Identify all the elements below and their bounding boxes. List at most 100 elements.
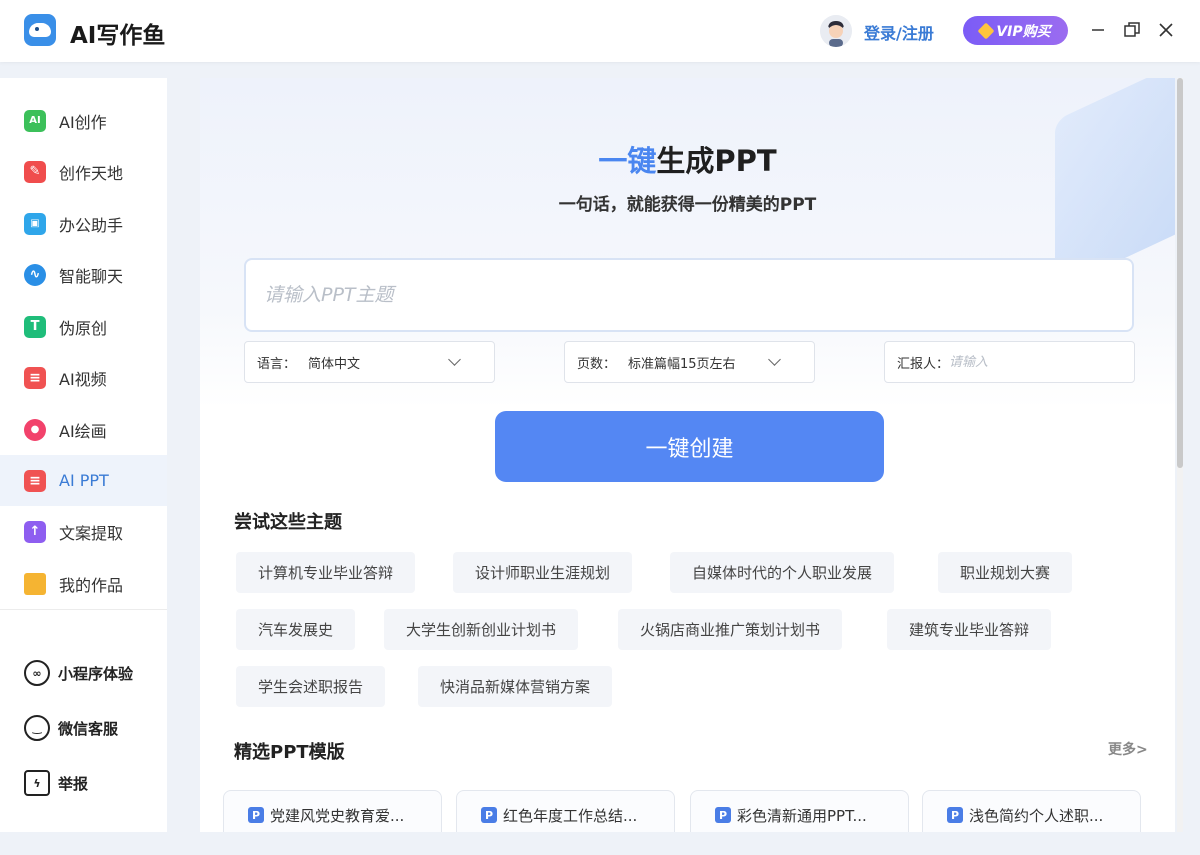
restore-icon — [1124, 22, 1140, 37]
topics-section-title: 尝试这些主题 — [234, 512, 342, 533]
topic-chip[interactable]: 自媒体时代的个人职业发展 — [670, 552, 895, 593]
topic-chip[interactable]: 职业规划大赛 — [938, 552, 1073, 593]
sidebar-divider — [0, 609, 167, 610]
mini-program-label: 小程序体验 — [58, 664, 134, 683]
sidebar-item-label: AI创作 — [59, 112, 107, 132]
mini-program-link[interactable]: ∞ 小程序体验 — [24, 660, 133, 686]
template-card[interactable]: P 党建风党史教育爱... — [223, 790, 442, 832]
main-panel: 一键生成PPT 一句话，就能获得一份精美的PPT 语言： 简体中文 页数： 标准… — [200, 78, 1175, 832]
wechat-service-link[interactable]: ‿ 微信客服 — [24, 715, 118, 741]
pencil-icon: ✎ — [24, 160, 46, 183]
sidebar-item-ai-ppt[interactable]: ≡ AI PPT — [0, 455, 167, 506]
page-subtitle: 一句话，就能获得一份精美的PPT — [558, 195, 817, 215]
sidebar-item-copy-extract[interactable]: ↑ 文案提取 — [0, 506, 167, 557]
scrollbar[interactable] — [1177, 78, 1183, 832]
topic-chip[interactable]: 汽车发展史 — [236, 609, 356, 650]
report-label: 举报 — [58, 774, 89, 793]
sidebar-item-ai-painting[interactable]: ● AI绘画 — [0, 404, 167, 455]
sidebar-item-my-works[interactable]: 我的作品 — [0, 558, 167, 609]
login-register-link[interactable]: 登录/注册 — [864, 20, 934, 44]
report-icon: ϟ — [24, 770, 50, 796]
pages-label: 页数： — [577, 356, 617, 372]
template-title: 彩色清新通用PPT... — [737, 806, 867, 825]
video-icon: ≡ — [24, 366, 46, 389]
extract-icon: ↑ — [24, 520, 46, 543]
sidebar-item-label: 我的作品 — [59, 575, 124, 595]
template-title: 浅色简约个人述职... — [969, 806, 1104, 825]
palette-icon: ● — [24, 418, 46, 441]
sidebar-item-office-assistant[interactable]: ▣ 办公助手 — [0, 198, 167, 249]
sidebar-item-ai-create[interactable]: AI AI创作 — [0, 95, 167, 146]
topic-chip[interactable]: 计算机专业毕业答辩 — [236, 552, 416, 593]
wechat-service-icon: ‿ — [24, 715, 50, 741]
language-select[interactable]: 语言： 简体中文 — [244, 341, 495, 383]
sidebar-item-label: AI视频 — [59, 369, 107, 389]
ppt-badge-icon: P — [715, 807, 731, 823]
reporter-label: 汇报人： — [897, 356, 950, 372]
vip-label: VIP购买 — [996, 23, 1051, 40]
sidebar-item-ai-video[interactable]: ≡ AI视频 — [0, 352, 167, 403]
ppt-topic-input[interactable] — [244, 258, 1134, 332]
topic-chip[interactable]: 建筑专业毕业答辩 — [887, 609, 1052, 650]
folder-icon — [24, 572, 46, 595]
chat-icon: ∿ — [24, 263, 46, 286]
title-accent: 一键 — [598, 144, 657, 178]
sidebar-item-label: 伪原创 — [59, 318, 108, 338]
more-templates-link[interactable]: 更多> — [1108, 739, 1148, 759]
sidebar-item-label: 文案提取 — [59, 523, 124, 543]
avatar[interactable] — [820, 15, 852, 47]
sidebar: AI AI创作 ✎ 创作天地 ▣ 办公助手 ∿ 智能聊天 T 伪原创 ≡ AI视… — [0, 78, 167, 832]
sidebar-item-label: 办公助手 — [59, 215, 124, 235]
ppt-badge-icon: P — [248, 807, 264, 823]
ai-create-icon: AI — [24, 109, 46, 132]
title-rest: 生成PPT — [656, 144, 777, 178]
ppt-badge-icon: P — [481, 807, 497, 823]
app-logo-icon — [24, 14, 56, 46]
app-title: AI写作鱼 — [70, 23, 166, 49]
sidebar-item-rewrite[interactable]: T 伪原创 — [0, 301, 167, 352]
close-button[interactable] — [1156, 20, 1176, 40]
ppt-icon: ≡ — [24, 469, 46, 492]
template-card[interactable]: P 红色年度工作总结... — [456, 790, 675, 832]
template-card[interactable]: P 彩色清新通用PPT... — [690, 790, 909, 832]
topic-chip[interactable]: 快消品新媒体营销方案 — [418, 666, 613, 707]
reporter-input[interactable] — [949, 354, 1100, 370]
sidebar-item-label: 智能聊天 — [59, 266, 124, 286]
briefcase-icon: ▣ — [24, 212, 46, 235]
sidebar-item-label: AI绘画 — [59, 421, 107, 441]
minimize-button[interactable] — [1088, 20, 1108, 40]
language-label: 语言： — [257, 356, 297, 372]
create-button[interactable]: 一键创建 — [495, 411, 884, 482]
topic-chip[interactable]: 设计师职业生涯规划 — [453, 552, 633, 593]
restore-button[interactable] — [1122, 20, 1142, 40]
minimize-icon — [1092, 29, 1104, 31]
templates-section-title: 精选PPT模版 — [234, 742, 345, 763]
language-value: 简体中文 — [308, 356, 361, 372]
page-title: 一键生成PPT — [200, 138, 1175, 180]
topic-chip[interactable]: 大学生创新创业计划书 — [384, 609, 579, 650]
chevron-down-icon — [768, 353, 781, 366]
pages-select[interactable]: 页数： 标准篇幅15页左右 — [564, 341, 815, 383]
ppt-badge-icon: P — [947, 807, 963, 823]
template-title: 红色年度工作总结... — [503, 806, 638, 825]
sidebar-item-label: 创作天地 — [59, 163, 124, 183]
sidebar-item-creation-world[interactable]: ✎ 创作天地 — [0, 146, 167, 197]
diamond-icon — [977, 22, 995, 39]
scroll-thumb[interactable] — [1177, 78, 1183, 468]
chevron-down-icon — [448, 353, 461, 366]
rewrite-icon: T — [24, 315, 46, 338]
sidebar-item-smart-chat[interactable]: ∿ 智能聊天 — [0, 249, 167, 300]
topic-chip[interactable]: 学生会述职报告 — [236, 666, 386, 707]
pages-value: 标准篇幅15页左右 — [628, 356, 736, 372]
template-card[interactable]: P 浅色简约个人述职... — [922, 790, 1141, 832]
close-icon — [1159, 23, 1173, 37]
reporter-field[interactable]: 汇报人： — [884, 341, 1135, 383]
title-bar: AI写作鱼 登录/注册 VIP购买 — [0, 0, 1200, 62]
report-link[interactable]: ϟ 举报 — [24, 770, 88, 796]
sidebar-item-label: AI PPT — [59, 471, 109, 490]
mini-program-icon: ∞ — [24, 660, 50, 686]
topic-chip[interactable]: 火锅店商业推广策划计划书 — [618, 609, 843, 650]
vip-purchase-button[interactable]: VIP购买 — [963, 16, 1068, 45]
wechat-service-label: 微信客服 — [58, 719, 119, 738]
template-title: 党建风党史教育爱... — [270, 806, 405, 825]
